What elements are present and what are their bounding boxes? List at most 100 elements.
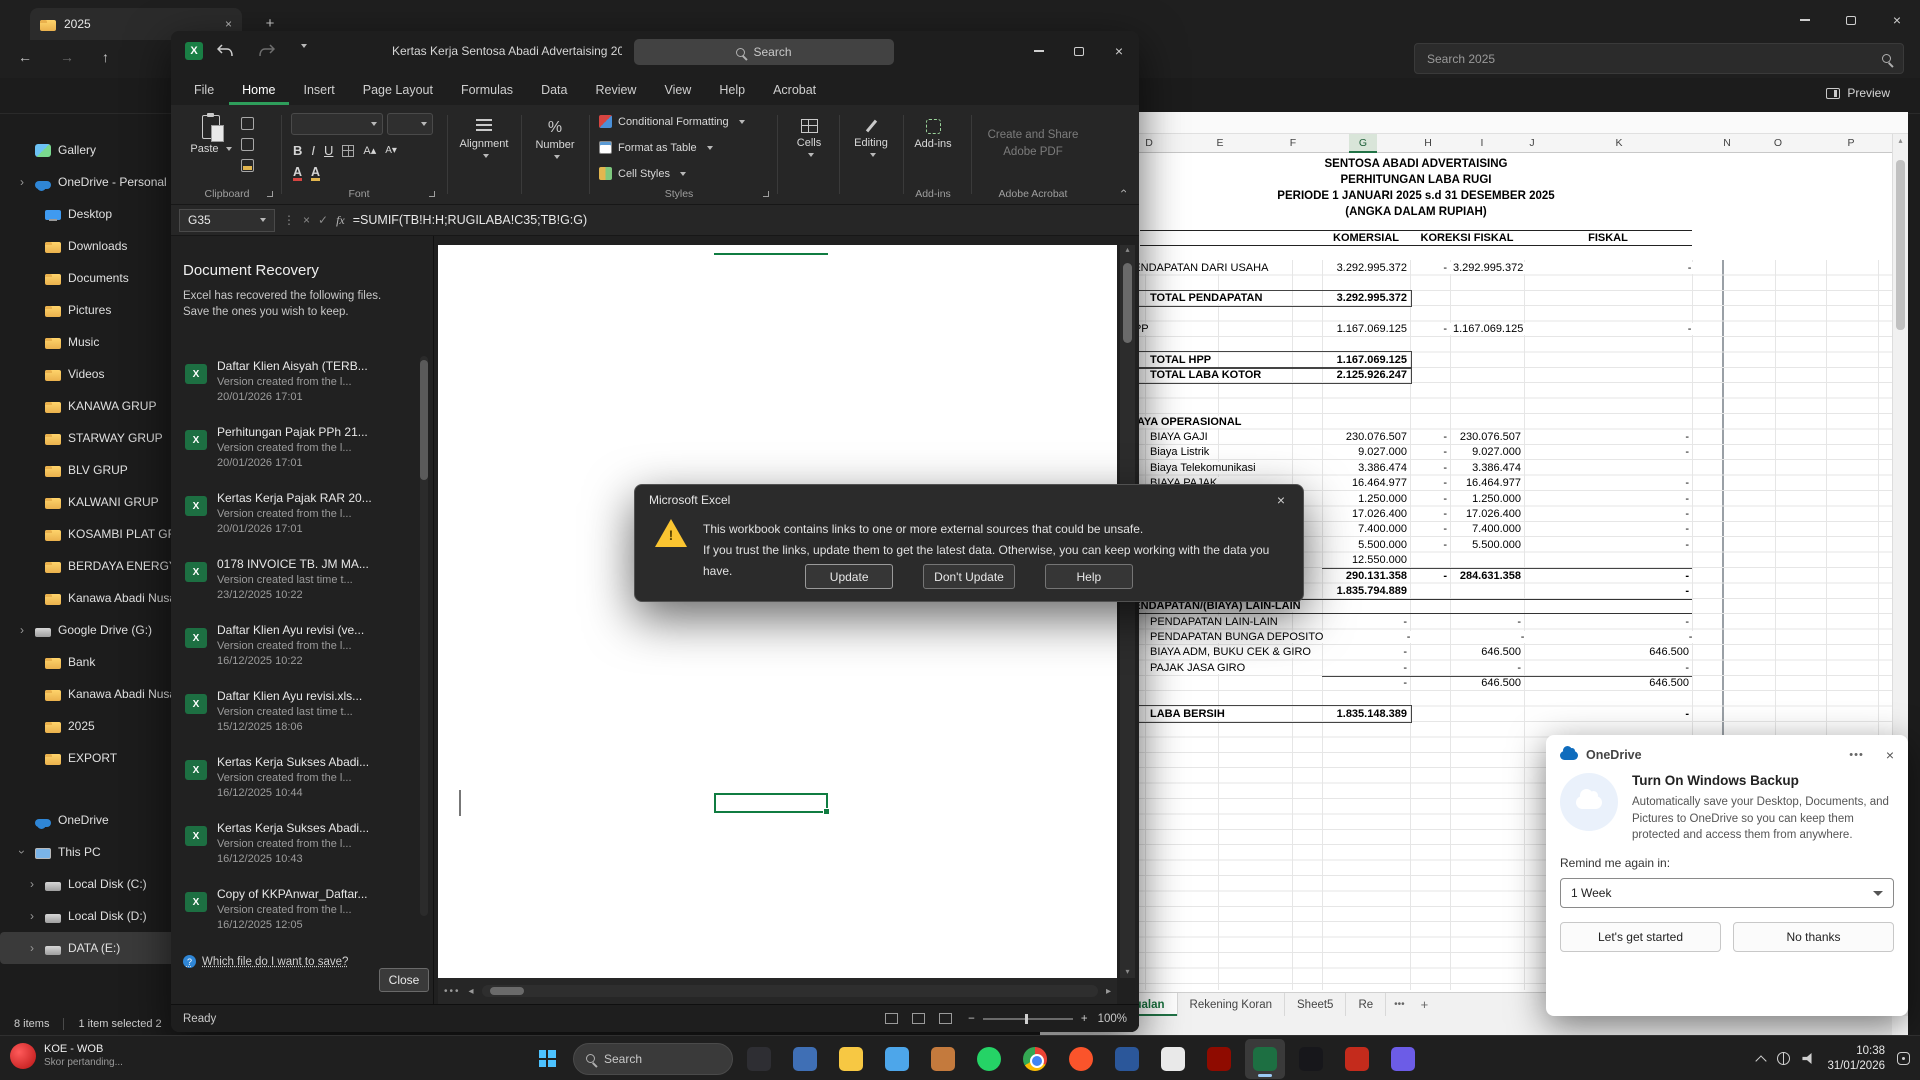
start-button[interactable] bbox=[527, 1039, 567, 1079]
excel-vertical-scrollbar[interactable]: ▴ ▾ bbox=[1120, 245, 1135, 978]
sidebar-item[interactable]: This PC bbox=[0, 836, 200, 868]
taskbar-app-icon[interactable] bbox=[831, 1039, 871, 1079]
up-button[interactable]: ↑ bbox=[102, 49, 109, 65]
name-box[interactable]: G35 bbox=[179, 209, 275, 232]
sidebar-item[interactable]: Desktop bbox=[0, 198, 200, 230]
excel-search-box[interactable]: Search bbox=[634, 39, 894, 65]
column-header[interactable]: F bbox=[1279, 134, 1307, 153]
sidebar-item[interactable]: OneDrive bbox=[0, 804, 200, 836]
taskbar-app-icon[interactable] bbox=[969, 1039, 1009, 1079]
taskbar-app-icon[interactable] bbox=[877, 1039, 917, 1079]
notification-bell-icon[interactable] bbox=[1897, 1052, 1910, 1065]
chevron-icon[interactable] bbox=[16, 623, 28, 637]
dialog-close-icon[interactable]: × bbox=[1259, 485, 1303, 515]
sheet-tab-stub-icon[interactable]: ••• bbox=[444, 986, 461, 997]
taskbar-app-icon[interactable] bbox=[1383, 1039, 1423, 1079]
volume-icon[interactable] bbox=[1802, 1053, 1815, 1064]
copy-icon[interactable] bbox=[241, 138, 254, 157]
column-header[interactable]: I bbox=[1468, 134, 1496, 153]
number-button[interactable]: % Number bbox=[527, 119, 583, 163]
bold-button[interactable]: B bbox=[293, 143, 302, 158]
column-header[interactable]: H bbox=[1414, 134, 1442, 153]
explorer-maximize-button[interactable] bbox=[1828, 0, 1874, 40]
ribbon-tab[interactable]: Review bbox=[582, 75, 649, 105]
scroll-right-icon[interactable]: ▸ bbox=[1106, 986, 1111, 997]
preview-toggle[interactable]: Preview bbox=[1826, 86, 1890, 100]
clipboard-dialog-launcher-icon[interactable] bbox=[267, 191, 273, 197]
widgets-button[interactable]: KOE - WOB Skor pertanding... bbox=[10, 1042, 123, 1069]
zoom-level[interactable]: 100% bbox=[1098, 1013, 1127, 1025]
taskbar-app-icon[interactable] bbox=[1337, 1039, 1377, 1079]
chevron-icon[interactable] bbox=[16, 175, 28, 189]
undo-button[interactable] bbox=[217, 44, 233, 57]
sidebar-item[interactable]: Videos bbox=[0, 358, 200, 390]
ribbon-tab[interactable]: Home bbox=[229, 75, 288, 105]
column-header[interactable]: K bbox=[1605, 134, 1633, 153]
sidebar-item[interactable]: Pictures bbox=[0, 294, 200, 326]
taskbar-app-icon[interactable] bbox=[1291, 1039, 1331, 1079]
recovered-file-item[interactable]: Copy of KKPAnwar_Daftar... Version creat… bbox=[183, 882, 415, 948]
editing-button[interactable]: Editing bbox=[845, 119, 897, 161]
formula-bar[interactable]: =SUMIF(TB!H:H;RUGILABA!C35;TB!G:G) bbox=[353, 213, 1131, 227]
excel-restore-button[interactable] bbox=[1059, 31, 1099, 71]
ribbon-tab[interactable]: View bbox=[651, 75, 704, 105]
recovered-file-item[interactable]: Kertas Kerja Sukses Abadi... Version cre… bbox=[183, 816, 415, 882]
scroll-down-icon[interactable]: ▾ bbox=[1120, 967, 1135, 976]
font-size-combobox[interactable] bbox=[387, 113, 433, 135]
taskbar-app-icon[interactable] bbox=[923, 1039, 963, 1079]
hidden-icons-chevron-icon[interactable] bbox=[1756, 1055, 1767, 1066]
sidebar-item[interactable]: BERDAYA ENERGY EN bbox=[0, 550, 200, 582]
recovered-file-item[interactable]: Daftar Klien Ayu revisi.xls... Version c… bbox=[183, 684, 415, 750]
conditional-formatting-button[interactable]: Conditional Formatting bbox=[599, 115, 745, 128]
add-sheet-button[interactable]: + bbox=[1413, 993, 1437, 1016]
quick-access-dropdown-icon[interactable] bbox=[297, 44, 307, 48]
sidebar-item[interactable]: 2025 bbox=[0, 710, 200, 742]
format-as-table-button[interactable]: Format as Table bbox=[599, 141, 713, 154]
column-header[interactable]: G bbox=[1349, 134, 1377, 153]
format-painter-icon[interactable] bbox=[241, 159, 254, 178]
ribbon-tab[interactable]: Acrobat bbox=[760, 75, 829, 105]
ribbon-tab[interactable]: Formulas bbox=[448, 75, 526, 105]
sidebar-item[interactable]: BLV GRUP bbox=[0, 454, 200, 486]
recovered-file-item[interactable]: Daftar Klien Ayu revisi (ve... Version c… bbox=[183, 618, 415, 684]
worksheet-area[interactable] bbox=[438, 245, 1117, 978]
paste-button[interactable]: Paste bbox=[189, 115, 233, 155]
sidebar-item[interactable]: Kanawa Abadi Nusan bbox=[0, 678, 200, 710]
explorer-minimize-button[interactable] bbox=[1782, 0, 1828, 40]
cut-icon[interactable] bbox=[241, 117, 254, 136]
sheet-tab[interactable]: Re bbox=[1346, 993, 1386, 1016]
sidebar-item[interactable]: DATA (E:) bbox=[0, 932, 190, 964]
borders-icon[interactable] bbox=[342, 145, 354, 157]
redo-button[interactable] bbox=[259, 44, 275, 57]
taskbar-app-icon[interactable] bbox=[1245, 1039, 1285, 1079]
chevron-icon[interactable] bbox=[26, 909, 38, 923]
zoom-slider-thumb[interactable] bbox=[1025, 1014, 1028, 1024]
taskbar-search[interactable]: Search bbox=[573, 1043, 733, 1075]
alignment-button[interactable]: Alignment bbox=[453, 119, 515, 162]
ribbon-tab[interactable]: Page Layout bbox=[350, 75, 446, 105]
column-header[interactable]: P bbox=[1837, 134, 1865, 153]
ribbon-tab[interactable]: Insert bbox=[291, 75, 348, 105]
notification-close-icon[interactable]: × bbox=[1886, 747, 1894, 763]
cell-styles-button[interactable]: Cell Styles bbox=[599, 167, 686, 180]
sidebar-item[interactable]: Kanawa Abadi Nusan bbox=[0, 582, 200, 614]
selected-cell[interactable] bbox=[714, 793, 828, 813]
sidebar-item[interactable]: STARWAY GRUP bbox=[0, 422, 200, 454]
sidebar-item[interactable]: Gallery bbox=[0, 134, 200, 166]
chevron-icon[interactable] bbox=[26, 877, 38, 891]
scrollbar-thumb[interactable] bbox=[1123, 263, 1132, 343]
sidebar-item[interactable]: Music bbox=[0, 326, 200, 358]
more-options-icon[interactable]: ⋮ bbox=[283, 213, 295, 227]
page-layout-view-icon[interactable] bbox=[912, 1013, 925, 1024]
dont-update-button[interactable]: Don't Update bbox=[923, 564, 1015, 589]
explorer-close-button[interactable]: × bbox=[1874, 0, 1920, 40]
sidebar-item[interactable]: Documents bbox=[0, 262, 200, 294]
sidebar-item[interactable]: EXPORT bbox=[0, 742, 200, 774]
hscroll-thumb[interactable] bbox=[490, 987, 524, 995]
sidebar-item[interactable]: Google Drive (G:) bbox=[0, 614, 200, 646]
no-thanks-button[interactable]: No thanks bbox=[1733, 922, 1894, 952]
sheet-tabs-more[interactable]: ••• bbox=[1386, 993, 1413, 1016]
excel-minimize-button[interactable] bbox=[1019, 31, 1059, 71]
scroll-left-icon[interactable]: ◂ bbox=[469, 986, 474, 997]
sidebar-item[interactable]: Downloads bbox=[0, 230, 200, 262]
